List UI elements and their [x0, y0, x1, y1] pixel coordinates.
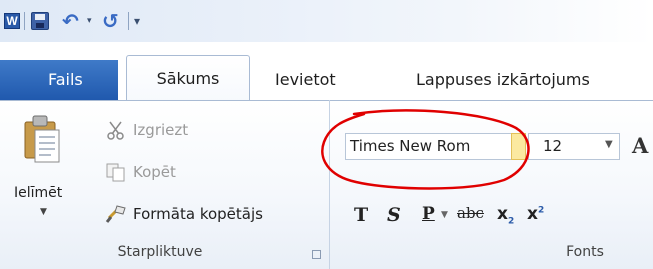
- tab-file[interactable]: Fails: [0, 60, 118, 101]
- ribbon-tabs: Fails Sākums Ievietot Lappuses izkārtoju…: [0, 42, 653, 102]
- tab-insert[interactable]: Ievietot: [275, 60, 336, 100]
- redo-icon[interactable]: ↺: [102, 11, 119, 31]
- font-name-combobox[interactable]: Times New Rom: [345, 133, 513, 160]
- undo-icon[interactable]: ↶: [62, 11, 79, 31]
- underline-button[interactable]: P: [422, 204, 435, 226]
- undo-dropdown-icon[interactable]: ▾: [87, 16, 92, 26]
- clipboard-group-label: Starpliktuve: [117, 244, 203, 260]
- customize-toolbar-icon[interactable]: ▾: [134, 14, 140, 28]
- font-name-dropdown-icon[interactable]: [511, 133, 526, 160]
- toolbar-separator: [24, 12, 25, 30]
- grow-font-button[interactable]: A: [632, 133, 648, 158]
- superscript-button[interactable]: x2: [527, 204, 544, 226]
- subscript-button[interactable]: x2: [497, 204, 514, 226]
- format-painter-icon: [105, 205, 126, 223]
- group-separator: [329, 100, 330, 269]
- save-icon[interactable]: [31, 12, 49, 30]
- underline-dropdown-icon[interactable]: ▼: [441, 210, 448, 232]
- paste-icon[interactable]: [22, 112, 62, 168]
- quick-access-toolbar: W ↶ ▾ ↺ ▾: [0, 0, 653, 42]
- format-painter-button[interactable]: Formāta kopētājs: [105, 202, 263, 226]
- paste-button-label[interactable]: Ielīmēt: [14, 185, 84, 201]
- cut-button[interactable]: Izgriezt: [105, 118, 188, 142]
- clipboard-dialog-launcher-icon[interactable]: [312, 250, 321, 259]
- italic-button[interactable]: S: [387, 204, 401, 226]
- strikethrough-button[interactable]: abc: [457, 204, 484, 226]
- copy-icon: [106, 163, 125, 182]
- paste-dropdown-icon[interactable]: ▼: [40, 207, 47, 217]
- superscript-label: x: [527, 204, 538, 224]
- copy-button[interactable]: Kopēt: [105, 160, 176, 184]
- copy-label: Kopēt: [133, 163, 176, 181]
- scissors-icon: [107, 121, 124, 140]
- toolbar-separator: [128, 12, 129, 30]
- bold-button[interactable]: T: [354, 204, 368, 226]
- cut-label: Izgriezt: [133, 121, 189, 139]
- tab-home[interactable]: Sākums: [126, 55, 250, 102]
- format-painter-label: Formāta kopētājs: [133, 205, 263, 223]
- subscript-label: x: [497, 204, 508, 224]
- tab-page-layout[interactable]: Lappuses izkārtojums: [416, 60, 590, 100]
- font-size-dropdown-icon[interactable]: ▼: [605, 139, 613, 150]
- font-group-label: Fonts: [566, 244, 604, 260]
- word-app-icon[interactable]: W: [4, 13, 20, 29]
